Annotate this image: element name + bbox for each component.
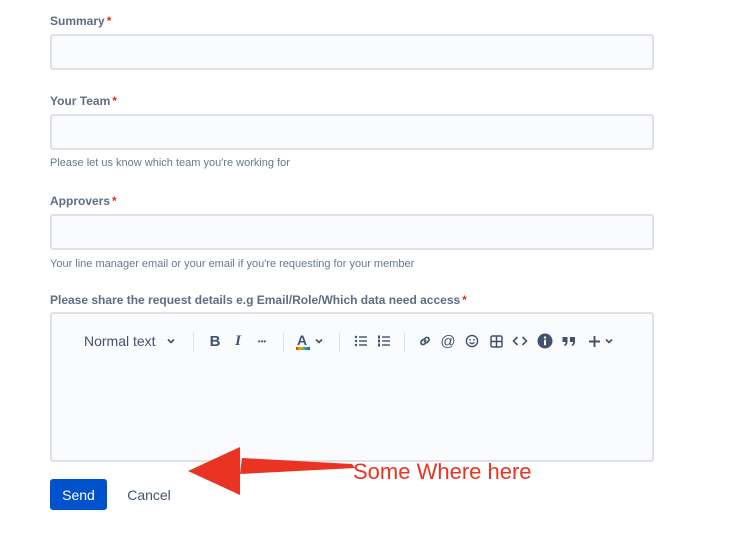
required-mark: * — [462, 293, 467, 307]
numbered-list-button[interactable] — [373, 328, 395, 354]
approvers-label: Approvers * — [50, 194, 117, 208]
bold-icon: B — [209, 332, 221, 350]
bullet-list-icon — [354, 334, 368, 348]
mention-button[interactable]: @ — [437, 328, 459, 354]
link-icon — [418, 334, 432, 348]
editor-toolbar: Normal text B I ••• A @ — [52, 328, 652, 354]
italic-button[interactable]: I — [228, 328, 248, 354]
emoji-button[interactable] — [461, 328, 483, 354]
text-style-label: Normal text — [84, 333, 156, 349]
required-mark: * — [112, 94, 117, 108]
details-label-text: Please share the request details e.g Ema… — [50, 293, 461, 307]
bullet-list-button[interactable] — [350, 328, 372, 354]
team-label-text: Your Team — [50, 94, 111, 108]
send-button[interactable]: Send — [50, 479, 107, 510]
link-button[interactable] — [414, 328, 436, 354]
quote-icon — [561, 334, 577, 348]
text-color-button[interactable]: A — [292, 328, 328, 354]
annotation-text: Some Where here — [353, 459, 532, 484]
toolbar-divider — [404, 332, 405, 352]
color-bar — [296, 347, 310, 350]
code-button[interactable] — [509, 328, 531, 354]
summary-label: Summary * — [50, 14, 111, 28]
emoji-icon — [465, 334, 479, 348]
team-input[interactable] — [50, 114, 654, 150]
toolbar-divider — [283, 332, 284, 352]
more-formatting-button[interactable]: ••• — [251, 328, 273, 354]
text-color-letter: A — [297, 332, 308, 348]
required-mark: * — [106, 14, 112, 28]
approvers-label-text: Approvers — [50, 194, 111, 208]
text-style-dropdown[interactable]: Normal text — [80, 328, 180, 354]
italic-icon: I — [235, 332, 241, 349]
more-icon: ••• — [257, 336, 267, 346]
summary-label-text: Summary — [50, 14, 105, 28]
summary-input[interactable] — [50, 34, 654, 70]
plus-icon — [588, 335, 601, 348]
chevron-down-icon — [604, 336, 614, 346]
annotation-arrow — [188, 447, 355, 495]
team-label: Your Team * — [50, 94, 117, 108]
mention-icon: @ — [440, 332, 456, 350]
toolbar-divider — [339, 332, 340, 352]
code-icon — [512, 334, 528, 348]
team-help-text: Please let us know which team you're wor… — [50, 157, 290, 169]
approvers-input[interactable] — [50, 214, 654, 250]
info-icon — [537, 333, 553, 349]
table-icon — [489, 334, 503, 348]
table-button[interactable] — [485, 328, 507, 354]
info-panel-button[interactable] — [534, 328, 556, 354]
request-form-page: Summary * Your Team * Please let us know w… — [0, 0, 729, 559]
quote-button[interactable] — [558, 328, 580, 354]
chevron-down-icon — [166, 336, 176, 346]
toolbar-divider — [193, 332, 194, 352]
cancel-button[interactable]: Cancel — [117, 479, 181, 510]
required-mark: * — [112, 194, 117, 208]
insert-more-button[interactable] — [584, 328, 618, 354]
details-label: Please share the request details e.g Ema… — [50, 293, 467, 307]
approvers-help-text: Your line manager email or your email if… — [50, 258, 415, 270]
bold-button[interactable]: B — [204, 328, 226, 354]
numbered-list-icon — [377, 334, 391, 348]
text-color-icon: A — [296, 332, 310, 350]
chevron-down-icon — [314, 336, 324, 346]
